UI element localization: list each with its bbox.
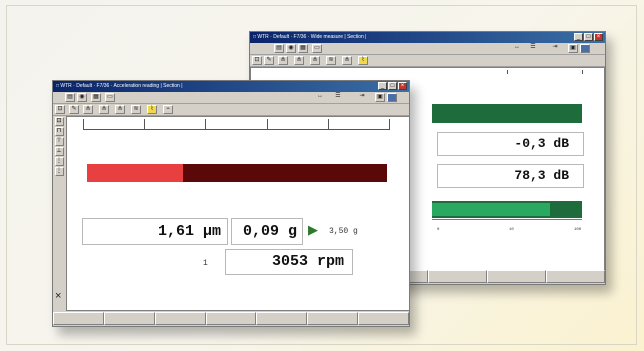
close-icon[interactable]: × bbox=[594, 33, 603, 41]
minimize-icon[interactable]: _ bbox=[378, 82, 387, 90]
back-scale-label-100: 100 bbox=[574, 228, 582, 232]
maximize-icon[interactable]: □ bbox=[388, 82, 397, 90]
front-toolbar-1: ▤ ◉ ▦ ▭ ↔ ☰ ⇥ ▣ bbox=[53, 92, 409, 104]
front-status-bar bbox=[53, 312, 409, 325]
back-level-value: -0,3 dB bbox=[514, 136, 569, 151]
back-top-scale bbox=[437, 70, 587, 76]
front-status-cell bbox=[205, 312, 257, 325]
close-icon[interactable]: × bbox=[55, 291, 61, 302]
grid-icon[interactable]: ▦ bbox=[91, 93, 101, 102]
highlight-icon[interactable]: ⌇ bbox=[358, 56, 368, 65]
channel-index: 1 bbox=[203, 259, 208, 268]
front-scale bbox=[83, 119, 390, 130]
window-icon[interactable]: ▭ bbox=[312, 44, 322, 53]
grid-icon[interactable]: ▦ bbox=[298, 44, 308, 53]
front-vibration-bar-track bbox=[87, 164, 387, 182]
back-peak-field: 78,3 dB bbox=[437, 164, 584, 188]
record-icon[interactable]: ◉ bbox=[286, 44, 296, 53]
back-scale-label-10: 10 bbox=[509, 228, 514, 232]
pin-icon[interactable]: ⊡ bbox=[55, 105, 65, 114]
fork2-icon[interactable]: ⋔ bbox=[294, 56, 304, 65]
minimize-icon[interactable]: _ bbox=[574, 33, 583, 41]
export-icon[interactable]: ⇥ bbox=[357, 93, 367, 102]
back-toolbar-1: ▤ ◉ ▦ ▭ ↔ ☰ ⇥ ▣ bbox=[250, 43, 605, 55]
play-icon[interactable]: ▶ bbox=[308, 222, 318, 238]
zoom-icon[interactable]: ▣ bbox=[375, 93, 385, 102]
fork3-icon[interactable]: ⋔ bbox=[310, 56, 320, 65]
speed-value: 3053 rpm bbox=[271, 253, 344, 270]
back-scale-label-0: 0 bbox=[437, 228, 440, 232]
back-status-cell bbox=[427, 270, 487, 283]
back-peak-value: 78,3 dB bbox=[514, 168, 569, 183]
front-status-cell bbox=[103, 312, 155, 325]
speed-field: 3053 rpm bbox=[225, 249, 353, 275]
pen-icon[interactable]: ✎ bbox=[264, 56, 274, 65]
front-window-titlebar: □ WTR · Default · F7/36 · Acceleration r… bbox=[53, 81, 409, 92]
pen-icon[interactable]: ✎ bbox=[69, 105, 79, 114]
back-window-title: □ WTR · Default · F7/36 · Wide measure |… bbox=[253, 34, 367, 40]
acceleration-value: 0,09 g bbox=[242, 223, 297, 240]
front-window-title: □ WTR · Default · F7/36 · Acceleration r… bbox=[56, 83, 183, 89]
acceleration-field: 0,09 g bbox=[231, 218, 303, 245]
view-icon[interactable] bbox=[580, 44, 590, 53]
side-tool-icon[interactable]: ⋮ bbox=[54, 167, 64, 176]
front-status-cell bbox=[307, 312, 359, 325]
filter-icon[interactable]: ≋ bbox=[326, 56, 336, 65]
arrows-icon[interactable]: ↔ bbox=[315, 93, 325, 102]
back-status-cell bbox=[545, 270, 605, 283]
displacement-value: 1,61 µm bbox=[157, 223, 221, 240]
fork-icon[interactable]: ⋔ bbox=[278, 56, 288, 65]
printer-icon[interactable]: ▤ bbox=[274, 44, 284, 53]
filter-icon[interactable]: ≋ bbox=[131, 105, 141, 114]
zoom-icon[interactable]: ▣ bbox=[568, 44, 578, 53]
back-level-bar bbox=[432, 104, 582, 123]
fork-icon[interactable]: ⋔ bbox=[83, 105, 93, 114]
settings-icon[interactable]: ☰ bbox=[528, 44, 538, 53]
view-icon[interactable] bbox=[387, 93, 397, 102]
front-sidebar: ⊡ ⊓ ⊤ ⊥ ⋮ ⋮ × bbox=[53, 116, 65, 310]
highlight-icon[interactable]: ⌇ bbox=[147, 105, 157, 114]
arrows-icon[interactable]: ↔ bbox=[512, 44, 522, 53]
signal-icon[interactable]: ⌁ bbox=[163, 105, 173, 114]
back-status-cell bbox=[486, 270, 546, 283]
fork2-icon[interactable]: ⋔ bbox=[99, 105, 109, 114]
front-vibration-bar-fill bbox=[87, 164, 183, 182]
front-status-cell bbox=[154, 312, 206, 325]
settings-icon[interactable]: ☰ bbox=[333, 93, 343, 102]
front-status-cell bbox=[358, 312, 409, 325]
front-window: □ WTR · Default · F7/36 · Acceleration r… bbox=[52, 80, 410, 327]
back-green-bar-fill bbox=[432, 203, 550, 216]
limit-value: 3,50 g bbox=[329, 227, 358, 236]
back-bottom-scale bbox=[432, 219, 582, 226]
side-tool-icon[interactable]: ⊓ bbox=[54, 127, 64, 136]
back-green-bar-track bbox=[432, 201, 582, 218]
fork3-icon[interactable]: ⋔ bbox=[115, 105, 125, 114]
side-tool-icon[interactable]: ⊤ bbox=[54, 137, 64, 146]
side-tool-icon[interactable]: ⊡ bbox=[54, 117, 64, 126]
back-toolbar-2: ⊡ ✎ ⋔ ⋔ ⋔ ≋ ⋔ ⌇ bbox=[250, 55, 605, 67]
pin-icon[interactable]: ⊡ bbox=[252, 56, 262, 65]
front-status-cell bbox=[53, 312, 104, 325]
back-level-field: -0,3 dB bbox=[437, 132, 584, 156]
front-client-area: 1,61 µm 0,09 g ▶ 3,50 g 1 3053 rpm bbox=[66, 116, 409, 311]
window-icon[interactable]: ▭ bbox=[105, 93, 115, 102]
export-icon[interactable]: ⇥ bbox=[550, 44, 560, 53]
side-tool-icon[interactable]: ⋮ bbox=[54, 157, 64, 166]
printer-icon[interactable]: ▤ bbox=[65, 93, 75, 102]
side-tool-icon[interactable]: ⊥ bbox=[54, 147, 64, 156]
fork4-icon[interactable]: ⋔ bbox=[342, 56, 352, 65]
front-toolbar-2: ⊡ ✎ ⋔ ⋔ ⋔ ≋ ⌇ ⌁ bbox=[53, 104, 409, 116]
maximize-icon[interactable]: □ bbox=[584, 33, 593, 41]
record-icon[interactable]: ◉ bbox=[77, 93, 87, 102]
displacement-field: 1,61 µm bbox=[82, 218, 228, 245]
back-window-titlebar: □ WTR · Default · F7/36 · Wide measure |… bbox=[250, 32, 605, 43]
front-status-cell bbox=[256, 312, 308, 325]
close-icon[interactable]: × bbox=[398, 82, 407, 90]
